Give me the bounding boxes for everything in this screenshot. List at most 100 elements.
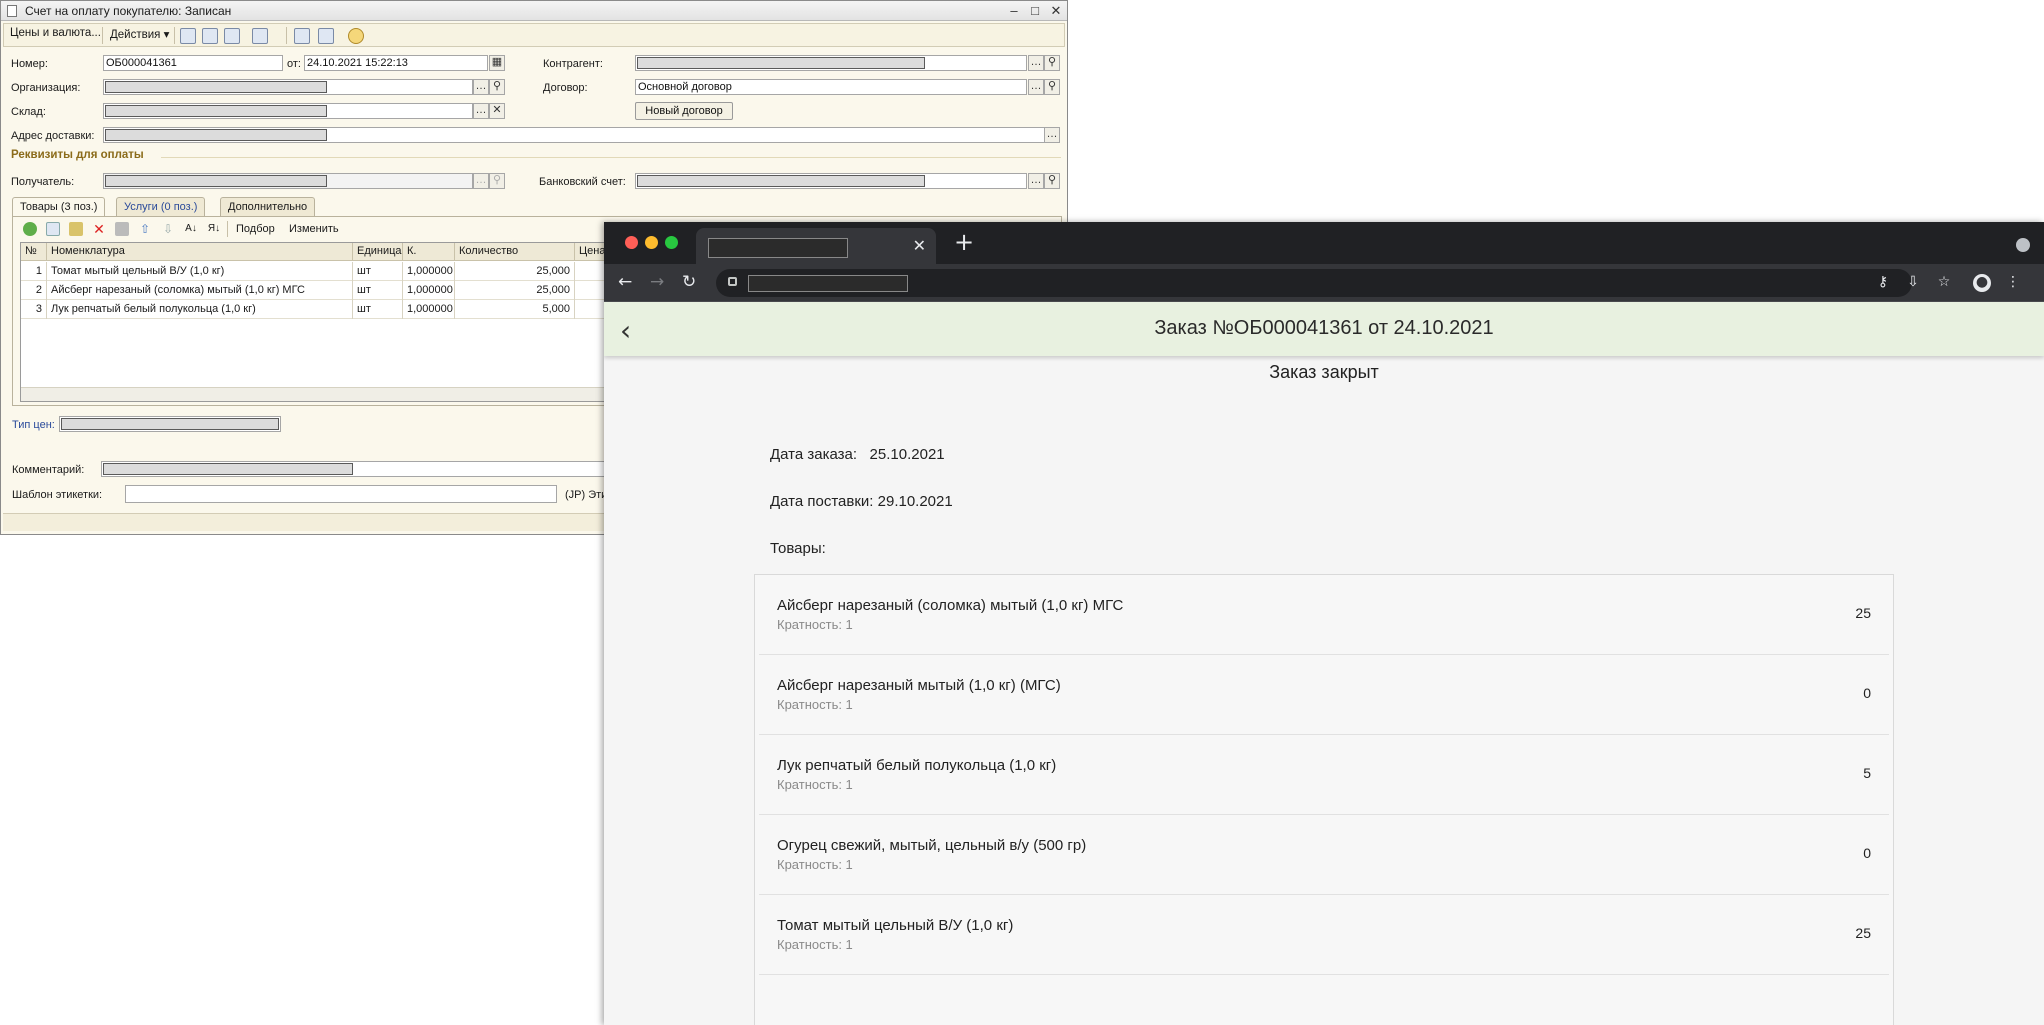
close-icon[interactable]: ✕ [1047, 2, 1065, 20]
copy-icon[interactable] [224, 28, 240, 44]
new-tab-icon[interactable]: + [954, 228, 974, 256]
search-icon[interactable]: ⚲ [489, 79, 505, 95]
profile-icon[interactable]: ● [1973, 274, 1991, 292]
item-quantity: 0 [1863, 845, 1871, 861]
column-header[interactable]: Количество [455, 243, 575, 261]
minimize-window-icon[interactable] [645, 236, 658, 249]
refresh-icon[interactable] [202, 28, 218, 44]
move-down-icon[interactable]: ⇩ [161, 222, 175, 236]
pick-button[interactable]: Подбор [236, 223, 275, 235]
close-tab-icon[interactable]: ✕ [913, 236, 926, 256]
move-up-icon[interactable]: ⇧ [138, 222, 152, 236]
item-quantity: 5 [1863, 765, 1871, 781]
back-icon[interactable]: ← [618, 272, 632, 292]
structure-icon[interactable] [318, 28, 334, 44]
search-icon[interactable]: ⚲ [1044, 173, 1060, 189]
item-quantity: 25 [1855, 925, 1871, 941]
goods-label: Товары: [770, 540, 826, 557]
item-quantity: 25 [1855, 605, 1871, 621]
change-button[interactable]: Изменить [289, 223, 339, 235]
counterparty-select-button[interactable]: … [1028, 55, 1044, 71]
search-icon[interactable]: ⚲ [1044, 55, 1060, 71]
create-based-icon[interactable] [252, 28, 268, 44]
menu-icon[interactable]: ⋮ [2004, 274, 2022, 292]
delivery-address-label: Адрес доставки: [11, 130, 95, 142]
recipient-select-button: … [473, 173, 489, 189]
new-contract-button[interactable]: Новый договор [635, 102, 733, 120]
tab-additional[interactable]: Дополнительно [220, 197, 316, 217]
column-header[interactable]: Единица [353, 243, 403, 261]
add-row-icon[interactable] [23, 222, 37, 236]
items-list: Айсберг нарезаный (соломка) мытый (1,0 к… [754, 574, 1894, 1025]
forward-icon[interactable]: → [650, 272, 664, 292]
item-name: Айсберг нарезаный мытый (1,0 кг) (МГС) [777, 677, 1061, 694]
close-window-icon[interactable] [625, 236, 638, 249]
label-template-field[interactable] [125, 485, 557, 503]
contract-label: Договор: [543, 82, 588, 94]
item-name: Томат мытый цельный В/У (1,0 кг) [777, 917, 1014, 934]
column-header[interactable]: Номенклатура [47, 243, 353, 261]
item-name: Огурец свежий, мытый, цельный в/у (500 г… [777, 837, 1087, 854]
page-title: Заказ №ОБ000041361 от 24.10.2021 [1154, 317, 1494, 339]
calendar-icon[interactable]: ▦ [489, 55, 505, 71]
maximize-icon[interactable]: □ [1026, 2, 1044, 20]
install-icon[interactable]: ⇩ [1904, 274, 1922, 292]
label-template-label: Шаблон этикетки: [12, 489, 103, 501]
payment-section-title: Реквизиты для оплаты [11, 149, 144, 161]
contract-select-button[interactable]: … [1028, 79, 1044, 95]
item-quantity: 0 [1863, 685, 1871, 701]
tab-search-icon[interactable] [2016, 238, 2030, 252]
number-label: Номер: [11, 58, 48, 70]
comment-label: Комментарий: [12, 464, 85, 476]
search-icon[interactable]: ⚲ [1044, 79, 1060, 95]
delete-row-icon[interactable]: ✕ [92, 222, 106, 236]
column-header[interactable]: К. [403, 243, 455, 261]
minimize-icon[interactable]: – [1005, 2, 1023, 20]
list-item[interactable]: Лук репчатый белый полукольца (1,0 кг) К… [759, 735, 1889, 815]
bookmark-star-icon[interactable]: ☆ [1935, 274, 1953, 292]
item-multiplicity: Кратность: 1 [777, 697, 853, 712]
list-item[interactable]: Айсберг нарезаный (соломка) мытый (1,0 к… [759, 575, 1889, 655]
delivery-date: Дата поставки: 29.10.2021 [770, 493, 953, 510]
list-item[interactable]: Томат мытый цельный В/У (1,0 кг) Кратнос… [759, 895, 1889, 975]
number-field[interactable]: ОБ000041361 [103, 55, 283, 71]
browser-tab[interactable]: ✕ [696, 228, 936, 264]
sort-desc-icon[interactable]: Я↓ [207, 222, 221, 236]
sort-asc-icon[interactable]: A↓ [184, 222, 198, 236]
address-bar[interactable] [716, 269, 1912, 297]
contract-field[interactable]: Основной договор [635, 79, 1027, 95]
tab-goods[interactable]: Товары (3 поз.) [12, 197, 106, 218]
clear-icon[interactable]: ✕ [489, 103, 505, 119]
zoom-window-icon[interactable] [665, 236, 678, 249]
address-select-button[interactable]: … [1044, 127, 1060, 143]
item-multiplicity: Кратность: 1 [777, 617, 853, 632]
warehouse-select-button[interactable]: … [473, 103, 489, 119]
item-name: Лук репчатый белый полукольца (1,0 кг) [777, 757, 1057, 774]
edit-row-icon[interactable] [69, 222, 83, 236]
list-item[interactable]: Огурец свежий, мытый, цельный в/у (500 г… [759, 815, 1889, 895]
prices-button[interactable]: Цены и валюта... [10, 27, 101, 39]
tab-services[interactable]: Услуги (0 поз.) [116, 197, 206, 217]
counterparty-label: Контрагент: [543, 58, 603, 70]
date-field[interactable]: 24.10.2021 15:22:13 [304, 55, 488, 71]
column-header[interactable]: № [21, 243, 47, 261]
main-toolbar: Цены и валюта... Действия ▾ [3, 23, 1065, 47]
post-icon[interactable] [180, 28, 196, 44]
window-title: Счет на оплату покупателю: Записан [25, 4, 232, 18]
reload-icon[interactable]: ↻ [682, 272, 696, 292]
browser-window: ✕ + ← → ↻ ⚷ ⇩ ☆ ● ⋮ ‹ Заказ №ОБ000041361… [604, 222, 2044, 1025]
end-edit-icon[interactable] [115, 222, 129, 236]
bank-select-button[interactable]: … [1028, 173, 1044, 189]
organization-label: Организация: [11, 82, 81, 94]
key-icon[interactable]: ⚷ [1874, 274, 1892, 292]
item-multiplicity: Кратность: 1 [777, 937, 853, 952]
help-icon[interactable] [348, 28, 364, 44]
lock-icon[interactable] [728, 277, 737, 286]
list-item[interactable]: Айсберг нарезаный мытый (1,0 кг) (МГС) К… [759, 655, 1889, 735]
actions-menu-button[interactable]: Действия ▾ [110, 27, 169, 41]
document-icon [7, 5, 17, 17]
price-type-label: Тип цен: [12, 419, 55, 431]
organization-select-button[interactable]: … [473, 79, 489, 95]
print-icon[interactable] [294, 28, 310, 44]
copy-row-icon[interactable] [46, 222, 60, 236]
